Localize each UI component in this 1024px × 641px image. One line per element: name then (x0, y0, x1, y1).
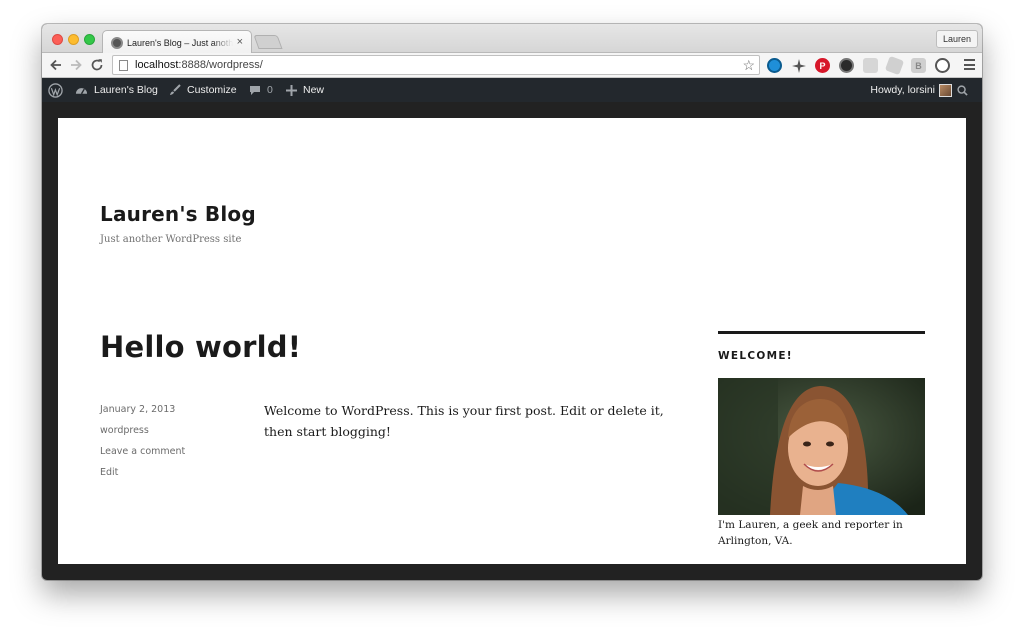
post-title[interactable]: Hello world! (100, 330, 301, 364)
minimize-window-button[interactable] (68, 34, 79, 45)
wp-admin-bar: Lauren's Blog Customize 0 New Howdy, lor… (42, 78, 982, 102)
extension-chat-icon[interactable] (863, 58, 878, 73)
portrait-image (718, 378, 925, 515)
forward-arrow-icon (71, 59, 82, 71)
zoom-window-button[interactable] (84, 34, 95, 45)
extension-pinterest-icon[interactable]: P (815, 58, 830, 73)
my-account-menu[interactable]: Howdy, lorsini (870, 78, 952, 102)
forward-button[interactable] (67, 56, 85, 74)
wordpress-favicon-icon (111, 36, 123, 49)
tab-title: Lauren's Blog – Just another WordPress s… (127, 37, 233, 48)
extension-b-icon[interactable]: B (911, 58, 926, 73)
site-title[interactable]: Lauren's Blog (100, 202, 256, 226)
post-body: Welcome to WordPress. This is your first… (264, 403, 664, 439)
extension-tag-icon[interactable] (884, 55, 905, 76)
post-meta: January 2, 2013 wordpress Leave a commen… (100, 403, 185, 487)
profile-button[interactable]: Lauren (935, 30, 978, 48)
url-path: :8888/wordpress/ (178, 59, 263, 71)
extension-eye-icon[interactable] (767, 58, 782, 73)
widget-caption: I'm Lauren, a geek and reporter in Arlin… (718, 519, 903, 547)
comments-menu[interactable]: 0 (249, 78, 273, 102)
search-icon (957, 84, 968, 96)
browser-menu-icon[interactable] (964, 59, 975, 70)
leave-comment-link[interactable]: Leave a comment (100, 445, 185, 466)
browser-window: Lauren's Blog – Just another WordPress s… (42, 24, 982, 580)
wp-logo-menu[interactable] (48, 78, 69, 102)
back-button[interactable] (47, 56, 65, 74)
close-window-button[interactable] (52, 34, 63, 45)
new-label: New (303, 84, 325, 96)
bookmark-star-icon[interactable]: ☆ (742, 57, 755, 73)
new-tab-button[interactable] (253, 35, 283, 49)
back-arrow-icon (50, 59, 61, 71)
browser-toolbar: localhost:8888/wordpress/ ☆ P B (42, 53, 982, 78)
tab-strip: Lauren's Blog – Just another WordPress s… (42, 24, 982, 54)
post-date-link[interactable]: January 2, 2013 (100, 403, 185, 424)
site-name-label: Lauren's Blog (94, 84, 158, 96)
page-content: Lauren's Blog Just another WordPress sit… (58, 118, 966, 564)
welcome-widget: WELCOME! I'm Lauren, a geek and reporter… (718, 331, 925, 549)
address-bar[interactable]: localhost:8888/wordpress/ ☆ (112, 55, 760, 75)
edit-post-link[interactable]: Edit (100, 466, 185, 487)
browser-tab-active[interactable]: Lauren's Blog – Just another WordPress s… (102, 30, 252, 54)
site-description: Just another WordPress site (100, 234, 242, 245)
url-host: localhost (135, 59, 179, 71)
new-content-menu[interactable]: New (286, 78, 324, 102)
customize-menu[interactable]: Customize (169, 78, 237, 102)
widget-divider (718, 331, 925, 334)
site-name-menu[interactable]: Lauren's Blog (75, 78, 158, 102)
url-text: localhost:8888/wordpress/ (135, 59, 263, 71)
tab-close-icon[interactable]: × (237, 37, 243, 48)
widget-title: WELCOME! (718, 350, 793, 362)
admin-search-button[interactable] (957, 78, 974, 102)
paintbrush-icon (170, 84, 181, 95)
user-avatar (939, 83, 952, 97)
extension-clock-icon[interactable] (935, 58, 950, 73)
plus-icon (286, 84, 297, 96)
wordpress-logo-icon (48, 82, 63, 98)
extension-camera-icon[interactable] (839, 58, 854, 73)
comment-bubble-icon (250, 85, 260, 95)
comments-count: 0 (267, 84, 273, 96)
profile-photo (718, 378, 925, 515)
reload-icon (91, 59, 103, 71)
howdy-label: Howdy, lorsini (870, 84, 935, 96)
post-author-link[interactable]: wordpress (100, 424, 185, 445)
extension-sparkle-icon[interactable] (791, 58, 806, 73)
page-icon (119, 59, 128, 71)
dashboard-gauge-icon (75, 88, 88, 95)
customize-label: Customize (187, 84, 237, 96)
reload-button[interactable] (88, 56, 106, 74)
